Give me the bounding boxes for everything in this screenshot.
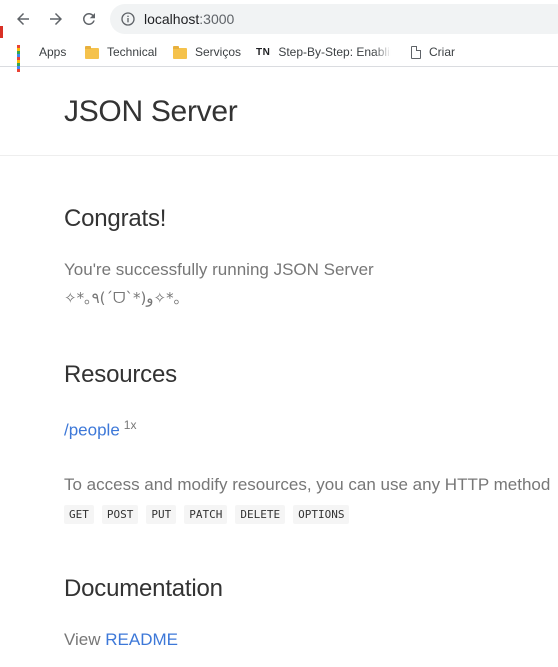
congrats-heading: Congrats! bbox=[64, 205, 167, 232]
folder-icon bbox=[85, 45, 99, 59]
resources-heading: Resources bbox=[64, 361, 177, 388]
page-header: JSON Server bbox=[0, 67, 558, 156]
window-edge-mark bbox=[0, 26, 3, 38]
bookmark-criar[interactable]: Criar bbox=[411, 43, 455, 61]
apps-grid-icon bbox=[17, 45, 31, 72]
url-host: localhost bbox=[144, 11, 200, 27]
document-icon bbox=[411, 45, 421, 59]
readme-link[interactable]: README bbox=[105, 630, 178, 649]
url-port: :3000 bbox=[199, 11, 235, 27]
reload-button[interactable] bbox=[77, 7, 101, 31]
http-methods-list: GET POST PUT PATCH DELETE OPTIONS bbox=[64, 505, 350, 524]
method-put: PUT bbox=[146, 505, 177, 524]
bookmarks-bar: Apps Technical Serviços TN Step-By-Step:… bbox=[0, 38, 558, 72]
access-text: To access and modify resources, you can … bbox=[64, 475, 551, 494]
method-options: OPTIONS bbox=[293, 505, 350, 524]
back-button[interactable] bbox=[11, 7, 35, 31]
resource-item: /people 1x bbox=[64, 418, 136, 441]
forward-arrow-icon bbox=[50, 13, 62, 25]
kaomoji-text: ✧*｡٩(ˊᗜˋ*)و✧*｡ bbox=[64, 289, 182, 307]
bookmark-step-by-step[interactable]: TN Step-By-Step: Enablin bbox=[256, 43, 391, 61]
url-text: localhost:3000 bbox=[144, 11, 234, 27]
tn-favicon-icon: TN bbox=[256, 46, 271, 58]
documentation-line: View README bbox=[64, 630, 178, 650]
address-bar[interactable]: localhost:3000 bbox=[110, 4, 558, 34]
site-title: JSON Server bbox=[64, 95, 238, 128]
bookmark-label: Serviços bbox=[195, 45, 242, 59]
bookmark-apps[interactable]: Apps bbox=[17, 43, 67, 72]
method-get: GET bbox=[64, 505, 94, 524]
bookmark-technical[interactable]: Technical bbox=[85, 43, 157, 61]
bookmark-label: Criar bbox=[429, 45, 455, 59]
resource-count: 1x bbox=[123, 418, 137, 432]
bookmark-label: Step-By-Step: Enablin bbox=[278, 45, 392, 59]
bookmark-label: Technical bbox=[107, 45, 158, 59]
documentation-heading: Documentation bbox=[64, 575, 223, 602]
back-arrow-icon bbox=[17, 13, 29, 25]
info-icon[interactable] bbox=[120, 11, 136, 27]
resource-link-people[interactable]: /people bbox=[64, 421, 120, 440]
success-message: You're successfully running JSON Server bbox=[64, 260, 374, 279]
view-text: View bbox=[64, 630, 101, 649]
reload-icon bbox=[82, 12, 95, 25]
bookmark-servicos[interactable]: Serviços bbox=[173, 43, 241, 61]
method-delete: DELETE bbox=[235, 505, 286, 524]
folder-icon bbox=[173, 45, 187, 59]
method-post: POST bbox=[101, 505, 139, 524]
method-patch: PATCH bbox=[184, 505, 228, 524]
forward-button[interactable] bbox=[44, 7, 68, 31]
bookmark-label: Apps bbox=[39, 45, 67, 59]
browser-toolbar: localhost:3000 bbox=[0, 0, 558, 38]
